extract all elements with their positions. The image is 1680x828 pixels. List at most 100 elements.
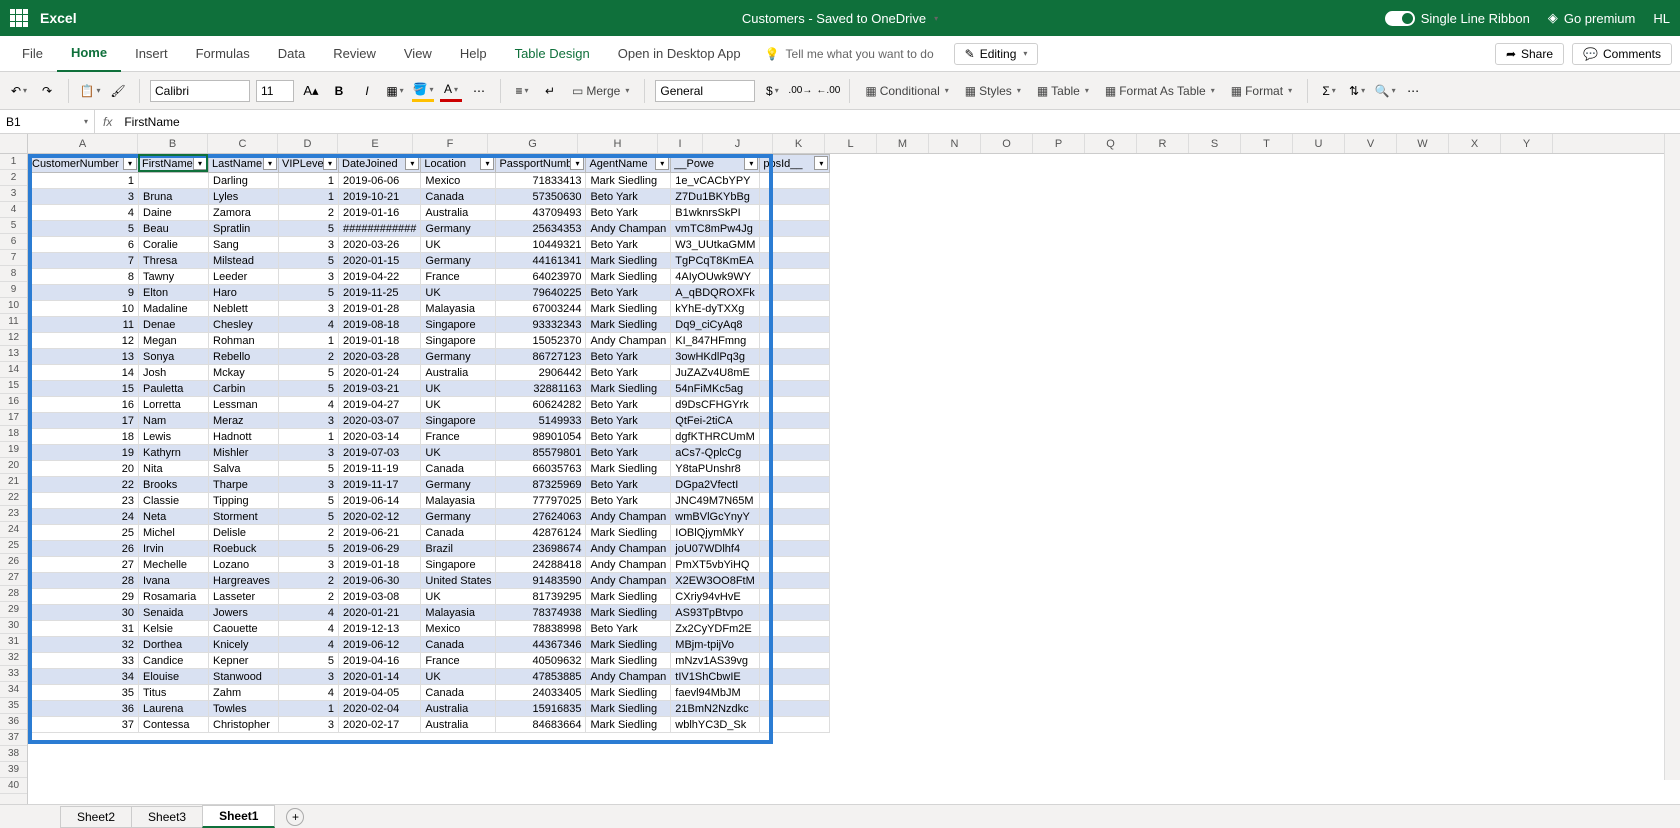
table-row[interactable]: 7ThresaMilstead52020-01-15Germany4416134… xyxy=(29,253,830,269)
redo-button[interactable]: ↷ xyxy=(36,80,58,102)
table-row[interactable]: 37ContessaChristopher32020-02-17Australi… xyxy=(29,717,830,733)
table-cell[interactable]: 2019-11-19 xyxy=(339,461,421,477)
table-cell[interactable]: Andy Champan xyxy=(586,333,671,349)
table-cell[interactable]: 67003244 xyxy=(496,301,586,317)
format-button[interactable]: ▦Format▾ xyxy=(1226,81,1297,101)
table-cell[interactable]: Lorretta xyxy=(139,397,209,413)
column-header[interactable]: C xyxy=(208,134,278,153)
table-cell[interactable]: Singapore xyxy=(421,413,496,429)
table-cell[interactable]: 21BmN2Nzdkc xyxy=(671,701,760,717)
table-row[interactable]: 30SenaidaJowers42020-01-21Malayasia78374… xyxy=(29,605,830,621)
table-cell[interactable]: Tharpe xyxy=(209,477,279,493)
table-cell[interactable]: 43709493 xyxy=(496,205,586,221)
column-header[interactable]: G xyxy=(488,134,578,153)
table-cell[interactable]: 3 xyxy=(279,269,339,285)
table-cell[interactable]: 26 xyxy=(29,541,139,557)
column-header[interactable]: U xyxy=(1293,134,1345,153)
row-header[interactable]: 1 xyxy=(0,154,27,170)
table-cell[interactable]: 5 xyxy=(279,653,339,669)
table-cell[interactable]: 3 xyxy=(279,413,339,429)
italic-button[interactable]: I xyxy=(356,80,378,102)
table-cell[interactable]: 71833413 xyxy=(496,173,586,189)
table-cell[interactable] xyxy=(760,669,830,685)
table-cell[interactable]: 40509632 xyxy=(496,653,586,669)
table-cell[interactable]: 24 xyxy=(29,509,139,525)
row-header[interactable]: 13 xyxy=(0,346,27,362)
table-row[interactable]: 3BrunaLyles12019-10-21Canada57350630Beto… xyxy=(29,189,830,205)
table-cell[interactable]: JNC49M7N65M xyxy=(671,493,760,509)
table-cell[interactable]: Beto Yark xyxy=(586,189,671,205)
column-header[interactable]: F xyxy=(413,134,488,153)
table-header-cell[interactable]: DateJoined▾ xyxy=(339,155,421,173)
table-cell[interactable]: Mark Siedling xyxy=(586,685,671,701)
table-cell[interactable]: Mark Siedling xyxy=(586,173,671,189)
table-cell[interactable]: 79640225 xyxy=(496,285,586,301)
table-cell[interactable]: 2019-04-27 xyxy=(339,397,421,413)
column-header[interactable]: S xyxy=(1189,134,1241,153)
table-row[interactable]: 16LorrettaLessman42019-04-27UK60624282Be… xyxy=(29,397,830,413)
table-cell[interactable]: d9DsCFHGYrk xyxy=(671,397,760,413)
table-cell[interactable]: Carbin xyxy=(209,381,279,397)
table-header-cell[interactable]: ppsId__▾ xyxy=(760,155,830,173)
filter-dropdown-icon[interactable]: ▾ xyxy=(744,156,758,170)
table-cell[interactable]: Michel xyxy=(139,525,209,541)
table-header-cell[interactable]: VIPLevel▾ xyxy=(279,155,339,173)
table-cell[interactable]: 32 xyxy=(29,637,139,653)
row-header[interactable]: 26 xyxy=(0,554,27,570)
sheet-tab-sheet1[interactable]: Sheet1 xyxy=(202,805,275,828)
autosum-button[interactable]: Σ▾ xyxy=(1318,80,1340,102)
font-name-combo[interactable] xyxy=(150,80,250,102)
table-row[interactable]: 19KathyrnMishler32019-07-03UK85579801Bet… xyxy=(29,445,830,461)
row-header[interactable]: 36 xyxy=(0,714,27,730)
table-header-cell[interactable]: LastName▾ xyxy=(209,155,279,173)
column-header[interactable]: E xyxy=(338,134,413,153)
table-cell[interactable]: wblhYC3D_Sk xyxy=(671,717,760,733)
column-header[interactable]: O xyxy=(981,134,1033,153)
table-cell[interactable]: B1wknrsSkPI xyxy=(671,205,760,221)
table-cell[interactable]: 4 xyxy=(279,605,339,621)
table-row[interactable]: 18LewisHadnott12020-03-14France98901054B… xyxy=(29,429,830,445)
table-cell[interactable] xyxy=(760,605,830,621)
table-cell[interactable]: 2019-06-14 xyxy=(339,493,421,509)
row-header[interactable]: 31 xyxy=(0,634,27,650)
table-cell[interactable]: 11 xyxy=(29,317,139,333)
table-cell[interactable]: 47853885 xyxy=(496,669,586,685)
table-cell[interactable]: Beto Yark xyxy=(586,205,671,221)
table-cell[interactable]: Mexico xyxy=(421,621,496,637)
table-cell[interactable]: Caouette xyxy=(209,621,279,637)
table-cell[interactable]: Rebello xyxy=(209,349,279,365)
table-cell[interactable]: wmBVlGcYnyY xyxy=(671,509,760,525)
table-cell[interactable]: 5149933 xyxy=(496,413,586,429)
currency-button[interactable]: $▾ xyxy=(761,80,783,102)
table-cell[interactable] xyxy=(760,237,830,253)
row-header[interactable]: 4 xyxy=(0,202,27,218)
table-cell[interactable]: 1 xyxy=(279,173,339,189)
table-cell[interactable]: UK xyxy=(421,381,496,397)
table-cell[interactable]: Milstead xyxy=(209,253,279,269)
table-cell[interactable]: 15052370 xyxy=(496,333,586,349)
table-cell[interactable]: Canada xyxy=(421,685,496,701)
table-cell[interactable]: Lewis xyxy=(139,429,209,445)
table-cell[interactable]: Neblett xyxy=(209,301,279,317)
table-cell[interactable]: Megan xyxy=(139,333,209,349)
table-cell[interactable] xyxy=(760,253,830,269)
table-cell[interactable]: Laurena xyxy=(139,701,209,717)
table-cell[interactable]: Contessa xyxy=(139,717,209,733)
table-row[interactable]: 4DaineZamora22019-01-16Australia43709493… xyxy=(29,205,830,221)
table-cell[interactable]: 42876124 xyxy=(496,525,586,541)
table-cell[interactable] xyxy=(760,541,830,557)
table-cell[interactable] xyxy=(760,189,830,205)
add-sheet-button[interactable]: + xyxy=(286,808,304,826)
table-cell[interactable]: Neta xyxy=(139,509,209,525)
table-cell[interactable]: 2019-08-18 xyxy=(339,317,421,333)
table-cell[interactable]: 27624063 xyxy=(496,509,586,525)
table-cell[interactable]: 44367346 xyxy=(496,637,586,653)
table-cell[interactable]: Canada xyxy=(421,637,496,653)
table-cell[interactable]: 3 xyxy=(279,301,339,317)
table-cell[interactable]: Lasseter xyxy=(209,589,279,605)
table-cell[interactable]: 5 xyxy=(279,493,339,509)
table-cell[interactable]: 2019-06-30 xyxy=(339,573,421,589)
tab-formulas[interactable]: Formulas xyxy=(182,36,264,72)
table-cell[interactable]: 24288418 xyxy=(496,557,586,573)
table-cell[interactable]: UK xyxy=(421,397,496,413)
